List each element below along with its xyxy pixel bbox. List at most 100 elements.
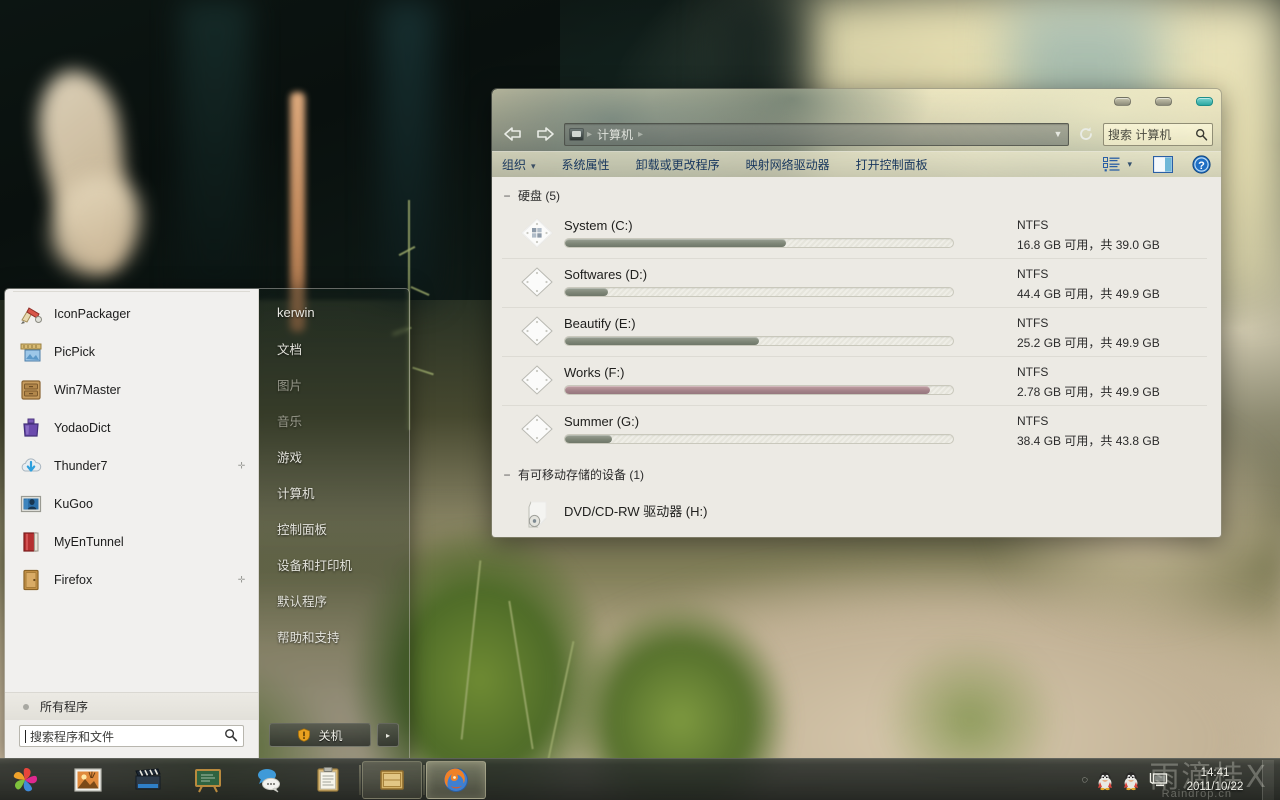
taskbar-item-firefox[interactable] — [426, 760, 486, 799]
all-programs-button[interactable]: 所有程序 — [5, 692, 258, 720]
start-menu-item-win7master[interactable]: Win7Master — [5, 371, 258, 409]
explorer-window[interactable]: ▸ 计算机 ▸ ▼ 搜索 计算机 组织 ▾ 系统属性 卸载或更改程序 映射网络驱动… — [491, 88, 1222, 538]
start-menu-item-picpick[interactable]: PicPick — [5, 333, 258, 371]
start-menu-place-pictures[interactable]: 图片 — [259, 366, 409, 402]
taskbar-item-messenger[interactable] — [238, 761, 298, 799]
start-menu-item-kugoo[interactable]: KuGoo — [5, 485, 258, 523]
drive-row[interactable]: DVD/CD-RW 驱动器 (H:) — [502, 489, 1207, 537]
start-button[interactable] — [0, 760, 50, 800]
drive-row[interactable]: Softwares (D:) NTFS 44.4 GB 可用，共 49.9 GB — [502, 259, 1207, 308]
drive-name: Beautify (E:) — [564, 316, 636, 331]
start-menu-item-thunder7[interactable]: Thunder7 ✛ — [5, 447, 258, 485]
start-menu-place-help-support[interactable]: 帮助和支持 — [259, 618, 409, 654]
shutdown-row: 关机 ▸ — [269, 720, 399, 750]
forward-arrow-icon[interactable] — [532, 123, 558, 145]
start-menu-place-documents[interactable]: 文档 — [259, 330, 409, 366]
start-menu-item-iconpackager[interactable]: IconPackager — [5, 295, 258, 333]
address-bar[interactable]: ▸ 计算机 ▸ ▼ — [564, 122, 1069, 146]
start-menu-place-games[interactable]: 游戏 — [259, 438, 409, 474]
breadcrumb-separator[interactable]: ▸ — [635, 129, 646, 140]
all-programs-label: 所有程序 — [40, 700, 89, 714]
drive-filesystem: NTFS — [1017, 365, 1049, 379]
clock-time: 14:41 — [1200, 766, 1230, 779]
address-dropdown-icon[interactable]: ▼ — [1050, 129, 1066, 139]
command-bar-right: ▾ ? — [1103, 155, 1213, 174]
hard-drive-icon — [520, 412, 554, 446]
taskbar-clock[interactable]: 14:41 2011/10/22 — [1176, 766, 1254, 794]
start-menu-program-list: IconPackager PicPick Win7Master YodaoDic… — [5, 289, 258, 692]
command-open-control-panel[interactable]: 打开控制面板 — [843, 156, 941, 173]
capacity-bar-fill — [565, 239, 787, 247]
window-titlebar[interactable] — [492, 89, 1221, 117]
drive-info: Summer (G:) — [564, 412, 1007, 444]
show-desktop-button[interactable] — [1262, 759, 1274, 800]
command-map-network-drive[interactable]: 映射网络驱动器 — [733, 156, 843, 173]
taskbar-item-notes[interactable] — [298, 761, 358, 799]
help-icon[interactable]: ? — [1192, 155, 1211, 174]
drive-row[interactable]: System (C:) NTFS 16.8 GB 可用，共 39.0 GB — [502, 210, 1207, 259]
qq-icon[interactable] — [1096, 769, 1114, 791]
win7master-icon — [19, 378, 43, 402]
qq-icon[interactable] — [1122, 769, 1140, 791]
taskbar-item-video-player[interactable] — [118, 761, 178, 799]
taskbar-item-windows-explorer[interactable] — [362, 760, 422, 799]
command-organize[interactable]: 组织 ▾ — [500, 156, 549, 173]
start-menu[interactable]: IconPackager PicPick Win7Master YodaoDic… — [4, 288, 410, 758]
back-arrow-icon[interactable] — [500, 123, 526, 145]
drive-name: Softwares (D:) — [564, 267, 648, 282]
view-caret-icon[interactable]: ▾ — [1127, 159, 1132, 170]
start-menu-left-pane: IconPackager PicPick Win7Master YodaoDic… — [5, 289, 259, 758]
shutdown-options-arrow[interactable]: ▸ — [377, 723, 399, 747]
drive-info: Beautify (E:) — [564, 314, 1007, 346]
preview-pane-icon[interactable] — [1153, 156, 1173, 173]
tray-expand-icon[interactable]: ◌ — [1081, 774, 1088, 786]
breadcrumb-computer[interactable]: 计算机 — [595, 126, 635, 143]
wallpaper-strip-1 — [180, 0, 250, 300]
command-system-properties[interactable]: 系统属性 — [549, 156, 623, 173]
hard-drive-windows-icon — [520, 216, 554, 250]
start-menu-search-placeholder: 搜索程序和文件 — [30, 729, 115, 744]
command-uninstall-change-program[interactable]: 卸载或更改程序 — [623, 156, 733, 173]
group-header-removable-storage[interactable]: − 有可移动存储的设备 (1) — [502, 466, 1207, 483]
refresh-icon[interactable] — [1075, 123, 1097, 145]
jump-list-arrow-icon[interactable]: ✛ — [237, 461, 246, 471]
maximize-button[interactable] — [1155, 97, 1172, 106]
start-menu-search-input[interactable]: 搜索程序和文件 — [19, 725, 244, 747]
start-menu-place-control-panel[interactable]: 控制面板 — [259, 510, 409, 546]
start-menu-place-music[interactable]: 音乐 — [259, 402, 409, 438]
optical-drive-icon — [520, 499, 554, 533]
start-menu-item-myentunnel[interactable]: MyEnTunnel — [5, 523, 258, 561]
drive-row[interactable]: Beautify (E:) NTFS 25.2 GB 可用，共 49.9 GB — [502, 308, 1207, 357]
drive-list: − 硬盘 (5) System (C:) NTFS 16.8 GB 可用，共 3… — [492, 177, 1221, 537]
drive-filesystem: NTFS — [1017, 316, 1049, 330]
start-menu-username[interactable]: kerwin — [259, 289, 409, 328]
close-button[interactable] — [1196, 97, 1213, 106]
start-orb-icon — [13, 767, 37, 791]
start-menu-place-devices-printers[interactable]: 设备和打印机 — [259, 546, 409, 582]
start-menu-place-computer[interactable]: 计算机 — [259, 474, 409, 510]
jump-list-arrow-icon[interactable]: ✛ — [237, 575, 246, 585]
view-options-icon[interactable] — [1103, 157, 1120, 172]
group-header-hard-disks[interactable]: − 硬盘 (5) — [502, 187, 1207, 204]
start-menu-places-list: 文档 图片 音乐 游戏 计算机 控制面板 设备和打印机 默认程序 帮助和支持 — [259, 328, 409, 720]
shutdown-button[interactable]: 关机 — [269, 723, 371, 747]
capacity-bar-fill — [565, 386, 930, 394]
group-toggle-icon[interactable]: − — [502, 468, 512, 482]
thunder7-icon — [19, 454, 43, 478]
start-menu-item-firefox[interactable]: Firefox ✛ — [5, 561, 258, 599]
picpick-icon — [19, 340, 43, 364]
photo-icon — [74, 767, 102, 792]
minimize-button[interactable] — [1114, 97, 1131, 106]
start-menu-item-label: YodaoDict — [54, 421, 111, 435]
start-menu-item-yodaodict[interactable]: YodaoDict — [5, 409, 258, 447]
taskbar-item-presentation[interactable] — [178, 761, 238, 799]
group-toggle-icon[interactable]: − — [502, 189, 512, 203]
drive-row[interactable]: Works (F:) NTFS 2.78 GB 可用，共 49.9 GB — [502, 357, 1207, 406]
search-input[interactable]: 搜索 计算机 — [1103, 122, 1213, 146]
chat-bubbles-icon — [258, 768, 280, 792]
drive-row[interactable]: Summer (G:) NTFS 38.4 GB 可用，共 43.8 GB — [502, 406, 1207, 454]
start-menu-place-default-programs[interactable]: 默认程序 — [259, 582, 409, 618]
network-icon[interactable] — [1148, 771, 1168, 789]
start-menu-item-label: IconPackager — [54, 307, 131, 321]
taskbar-item-photo-viewer[interactable] — [58, 761, 118, 799]
